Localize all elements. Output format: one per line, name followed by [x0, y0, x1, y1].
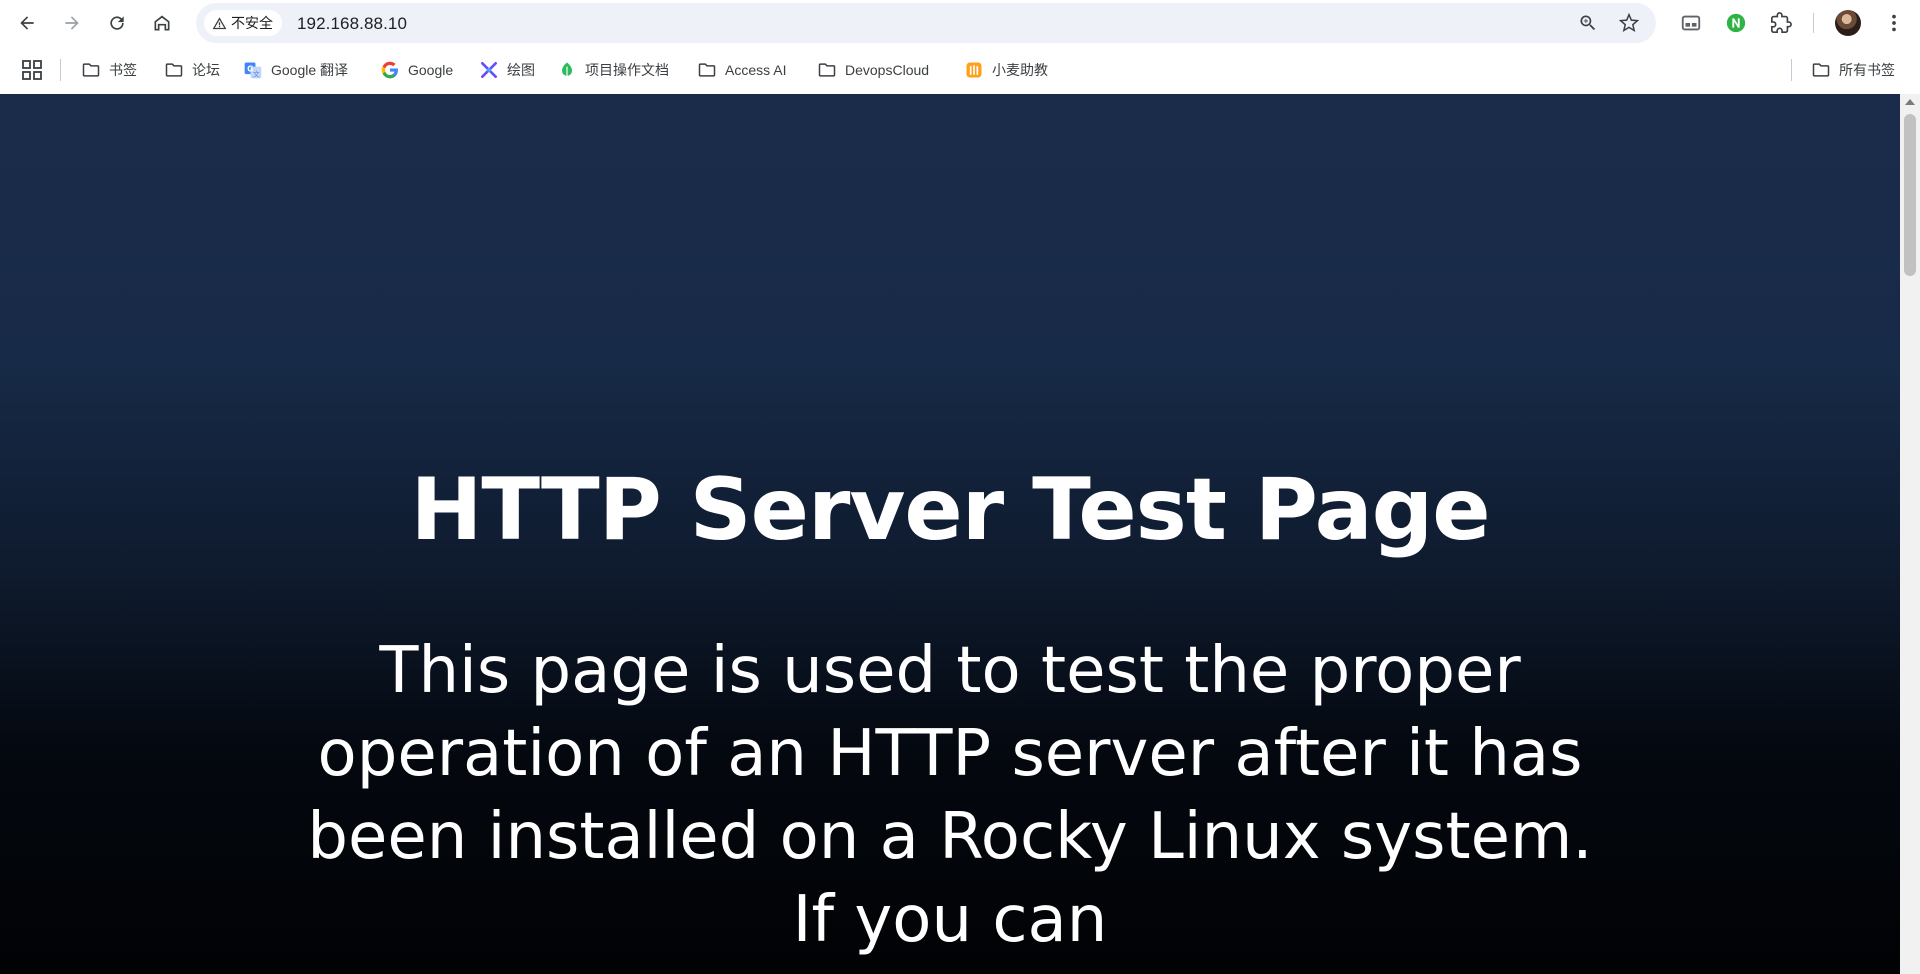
- drawing-icon: [479, 60, 499, 80]
- bookmark-google[interactable]: Google: [380, 56, 453, 84]
- arrow-right-icon: [65, 16, 79, 30]
- browser-menu-button[interactable]: [1880, 9, 1908, 37]
- toolbar-divider: [1813, 13, 1814, 33]
- bookmark-folder-shuqian[interactable]: 书签: [81, 56, 137, 84]
- folder-icon: [1811, 60, 1831, 80]
- url-text[interactable]: 192.168.88.10: [297, 14, 407, 34]
- home-button[interactable]: [146, 7, 178, 39]
- folder-icon: [164, 60, 184, 80]
- bookmark-label: 书签: [109, 62, 137, 78]
- tab-search-button[interactable]: [1677, 9, 1705, 37]
- bookmark-project-docs[interactable]: 项目操作文档: [557, 56, 669, 84]
- apps-grid-icon: [22, 60, 42, 80]
- vertical-scrollbar[interactable]: [1900, 94, 1920, 974]
- puzzle-icon: [1771, 12, 1792, 33]
- browser-toolbar: 不安全 192.168.88.10: [0, 0, 1920, 46]
- bookmarks-divider-right: [1791, 59, 1792, 81]
- kebab-menu-icon: [1892, 14, 1896, 32]
- folder-icon: [81, 60, 101, 80]
- extension-n-button[interactable]: [1722, 9, 1750, 37]
- warning-icon: [212, 16, 227, 29]
- bookmark-label: DevopsCloud: [845, 62, 930, 78]
- bookmark-label: 论坛: [192, 62, 220, 78]
- scroll-thumb[interactable]: [1904, 114, 1916, 276]
- address-bar[interactable]: 不安全 192.168.88.10: [196, 3, 1656, 43]
- reload-button[interactable]: [101, 7, 133, 39]
- tab-search-icon: [1681, 15, 1701, 31]
- page-description: This page is used to test the proper ope…: [307, 634, 1593, 957]
- arrow-left-icon: [20, 16, 34, 30]
- home-icon: [154, 15, 170, 31]
- security-label: 不安全: [231, 15, 273, 31]
- xiaomai-icon: [964, 60, 984, 80]
- all-bookmarks-folder[interactable]: 所有书签: [1811, 56, 1895, 84]
- bookmarks-bar: 书签 论坛 G文 Google 翻译 Google 绘图 项目操作文档 Acce…: [0, 46, 1920, 94]
- bookmark-xiaomai[interactable]: 小麦助教: [964, 56, 1048, 84]
- bookmark-folder-luntan[interactable]: 论坛: [164, 56, 220, 84]
- back-button[interactable]: [11, 7, 43, 39]
- profile-avatar[interactable]: [1835, 10, 1861, 36]
- apps-grid-button[interactable]: [20, 58, 44, 82]
- all-bookmarks-label: 所有书签: [1839, 62, 1895, 78]
- bookmark-drawing[interactable]: 绘图: [479, 56, 535, 84]
- reload-icon: [110, 16, 124, 30]
- bookmark-label: 项目操作文档: [585, 62, 669, 78]
- page-viewport: HTTP Server Test Page This page is used …: [0, 94, 1900, 974]
- google-translate-icon: G文: [243, 60, 263, 80]
- google-icon: [380, 60, 400, 80]
- folder-icon: [817, 60, 837, 80]
- extension-n-icon: [1726, 13, 1746, 33]
- bookmark-star-button[interactable]: [1618, 12, 1640, 34]
- bookmark-folder-devopscloud[interactable]: DevopsCloud: [817, 56, 929, 84]
- bookmark-label: Google 翻译: [271, 62, 349, 78]
- folder-icon: [697, 60, 717, 80]
- zoom-icon: [1580, 15, 1596, 31]
- bookmark-label: 绘图: [507, 62, 535, 78]
- zoom-button[interactable]: [1577, 12, 1599, 34]
- security-chip[interactable]: 不安全: [204, 10, 282, 36]
- doc-leaf-icon: [557, 60, 577, 80]
- page-title: HTTP Server Test Page: [410, 460, 1490, 560]
- star-icon: [1619, 13, 1639, 33]
- svg-text:文: 文: [253, 70, 260, 79]
- bookmark-folder-access-ai[interactable]: Access AI: [697, 56, 786, 84]
- bookmark-label: Access AI: [725, 62, 787, 78]
- forward-button[interactable]: [56, 7, 88, 39]
- extensions-button[interactable]: [1767, 9, 1795, 37]
- bookmark-label: 小麦助教: [992, 62, 1048, 78]
- bookmark-label: Google: [408, 62, 454, 78]
- bookmark-google-translate[interactable]: G文 Google 翻译: [243, 56, 348, 84]
- scroll-up-arrow-icon[interactable]: [1905, 99, 1915, 105]
- bookmarks-divider: [60, 59, 61, 81]
